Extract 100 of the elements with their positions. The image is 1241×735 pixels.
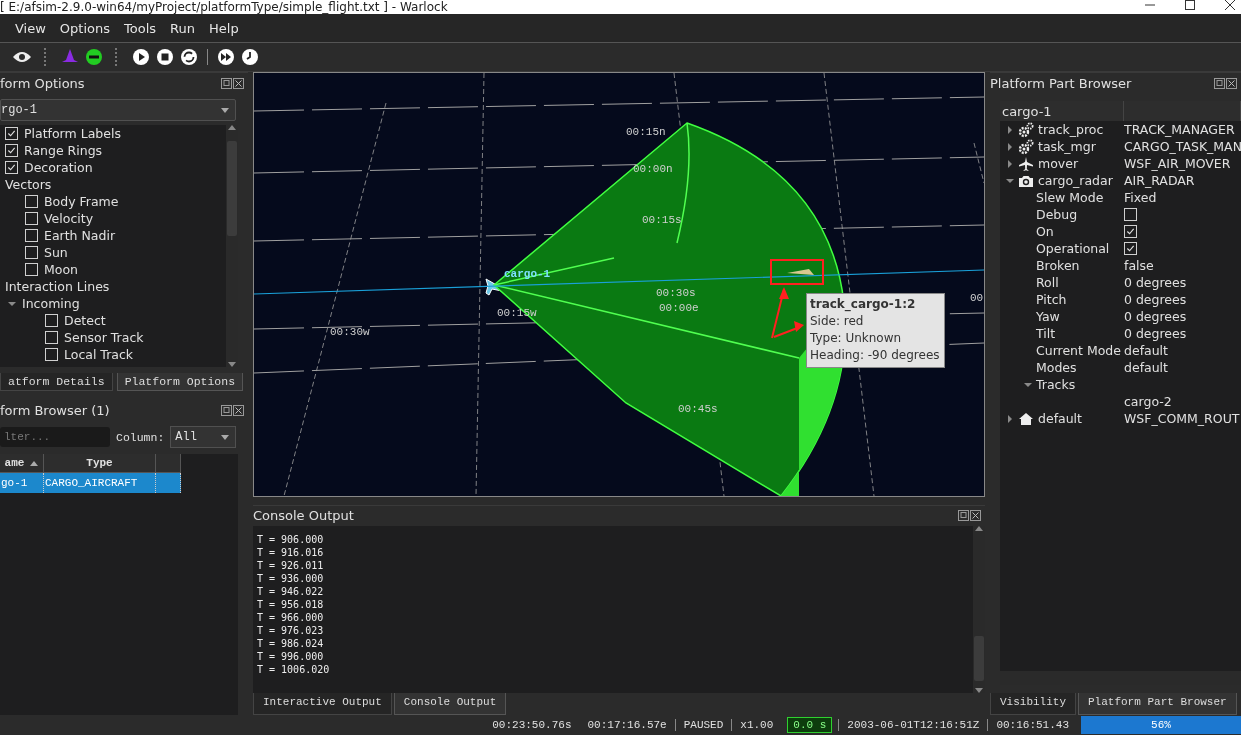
checkbox[interactable] xyxy=(45,331,58,344)
part-name[interactable]: task_mgr xyxy=(1038,139,1096,154)
console-line: T = 986.024 xyxy=(257,636,325,650)
minus-circle-icon[interactable] xyxy=(85,48,103,66)
toolbar-grip[interactable] xyxy=(115,48,120,66)
scrollbar[interactable] xyxy=(973,525,985,694)
status-field: 2003-06-01T12:16:51Z xyxy=(838,719,988,731)
checkbox[interactable] xyxy=(45,348,58,361)
platform-dropdown[interactable]: rgo-1 xyxy=(0,99,236,121)
checkbox[interactable] xyxy=(25,212,38,225)
close-icon[interactable] xyxy=(233,77,244,89)
close-icon[interactable] xyxy=(1225,0,1235,10)
property-value: AIR_RADAR xyxy=(1124,173,1195,188)
part-name[interactable]: mover xyxy=(1038,156,1079,171)
float-icon[interactable] xyxy=(1214,77,1225,89)
property-value: 0 degrees xyxy=(1124,275,1187,290)
menu-item[interactable]: Help xyxy=(204,20,244,36)
checkbox[interactable] xyxy=(1124,208,1137,221)
part-name[interactable]: Debug xyxy=(1036,207,1078,222)
fast-forward-icon[interactable] xyxy=(217,48,235,66)
part-name[interactable]: Broken xyxy=(1036,258,1080,273)
part-name[interactable]: Current Mode xyxy=(1036,343,1121,358)
part-name[interactable]: Tilt xyxy=(1036,326,1056,341)
expand-arrow-icon[interactable] xyxy=(1006,125,1014,134)
toolbar-grip[interactable] xyxy=(44,48,49,66)
play-icon[interactable] xyxy=(132,48,150,66)
scroll-down-icon[interactable] xyxy=(228,362,236,367)
column-header[interactable]: ame xyxy=(0,454,44,473)
eye-icon[interactable] xyxy=(12,50,32,64)
part-name[interactable]: Roll xyxy=(1036,275,1059,290)
scroll-down-icon[interactable] xyxy=(975,688,983,694)
expand-arrow-icon[interactable] xyxy=(1006,414,1014,423)
option-label: Body Frame xyxy=(44,194,119,209)
tab[interactable]: Platform Options xyxy=(116,373,244,391)
track-icon xyxy=(787,269,814,275)
part-name[interactable]: Slew Mode xyxy=(1036,190,1104,205)
float-icon[interactable] xyxy=(221,77,232,89)
checkbox[interactable] xyxy=(25,246,38,259)
maximize-icon[interactable] xyxy=(1185,0,1195,10)
checkbox[interactable] xyxy=(25,195,38,208)
part-name[interactable]: cargo_radar xyxy=(1038,173,1113,188)
checkbox[interactable] xyxy=(5,161,18,174)
console-line: T = 906.000 xyxy=(257,532,325,546)
property-value: false xyxy=(1124,258,1154,273)
part-name[interactable]: Yaw xyxy=(1036,309,1060,324)
tab[interactable]: Visibility xyxy=(990,693,1076,715)
column-dropdown[interactable]: All xyxy=(170,426,236,448)
expand-arrow-icon[interactable] xyxy=(1006,159,1014,168)
close-icon[interactable] xyxy=(1226,77,1237,89)
menu-item[interactable]: Options xyxy=(54,20,116,36)
status-field: 00:23:50.76s xyxy=(484,719,580,731)
tab[interactable]: Console Output xyxy=(393,693,507,715)
float-icon[interactable] xyxy=(221,404,232,416)
scroll-up-icon[interactable] xyxy=(975,525,983,531)
panel-title: Console Output xyxy=(253,508,354,524)
checkbox[interactable] xyxy=(45,314,58,327)
collapse-arrow-icon[interactable] xyxy=(1006,176,1014,185)
filter-field[interactable]: lter... xyxy=(0,427,110,447)
option-label: Range Rings xyxy=(24,143,103,158)
part-name[interactable]: default xyxy=(1038,411,1082,426)
part-name[interactable]: Tracks xyxy=(1036,377,1076,392)
close-icon[interactable] xyxy=(970,510,981,522)
checkbox[interactable] xyxy=(5,127,18,140)
checkbox[interactable] xyxy=(25,263,38,276)
option-label: Platform Labels xyxy=(24,126,121,141)
table-cell[interactable] xyxy=(156,473,181,493)
clock-icon[interactable] xyxy=(241,48,259,66)
scroll-up-icon[interactable] xyxy=(228,125,236,130)
part-name[interactable]: Modes xyxy=(1036,360,1077,375)
stop-icon[interactable] xyxy=(156,48,174,66)
expand-arrow-icon[interactable] xyxy=(1006,142,1014,151)
time-label: 00:15n xyxy=(626,126,666,138)
refresh-icon[interactable] xyxy=(180,48,198,66)
scrollbar[interactable] xyxy=(226,125,238,367)
part-name[interactable]: On xyxy=(1036,224,1054,239)
collapse-arrow-icon[interactable] xyxy=(8,299,16,308)
column-label: Column: xyxy=(116,430,165,444)
menu-item[interactable]: View xyxy=(10,20,51,36)
table-cell[interactable]: go-1 xyxy=(0,473,44,493)
part-name[interactable]: Operational xyxy=(1036,241,1110,256)
close-icon[interactable] xyxy=(233,404,244,416)
time-label: 00:30s xyxy=(656,287,696,299)
checkbox[interactable] xyxy=(25,229,38,242)
collapse-arrow-icon[interactable] xyxy=(1024,380,1032,389)
tab[interactable]: atform Details xyxy=(0,373,113,391)
tab[interactable]: Platform Part Browser xyxy=(1078,693,1237,715)
checkbox[interactable] xyxy=(1124,225,1137,238)
column-header[interactable]: Type xyxy=(44,454,156,473)
scrollbar-thumb[interactable] xyxy=(974,635,984,681)
checkbox[interactable] xyxy=(1124,242,1137,255)
property-value: 0 degrees xyxy=(1124,326,1187,341)
menu-item[interactable]: Run xyxy=(165,20,200,36)
table-cell[interactable]: CARGO_AIRCRAFT xyxy=(44,473,156,493)
tab[interactable]: Interactive Output xyxy=(253,693,392,715)
checkbox[interactable] xyxy=(5,144,18,157)
part-name[interactable]: Pitch xyxy=(1036,292,1067,307)
menu-item[interactable]: Tools xyxy=(119,20,162,36)
float-icon[interactable] xyxy=(958,510,969,522)
part-name[interactable]: track_proc xyxy=(1038,122,1104,137)
scrollbar-thumb[interactable] xyxy=(227,141,237,236)
